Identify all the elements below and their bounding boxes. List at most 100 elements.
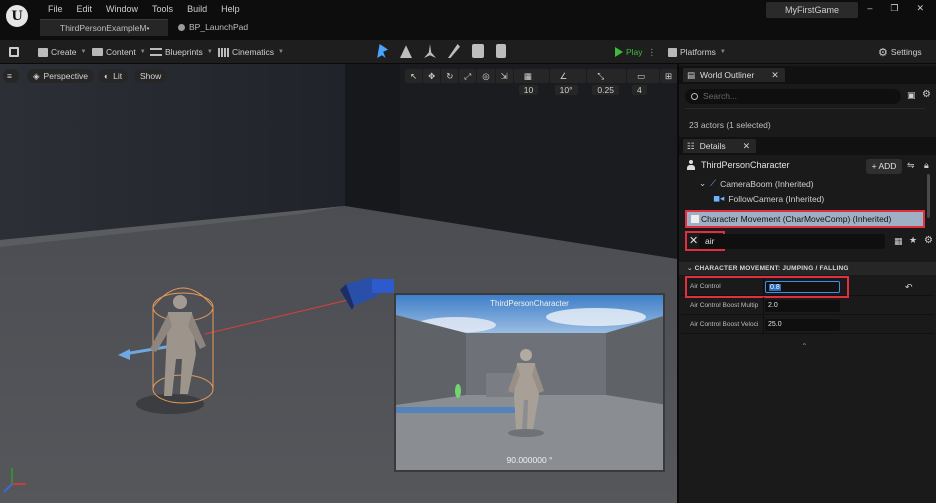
tab-level[interactable]: ThirdPersonExampleM• [40, 19, 168, 36]
world-space-icon[interactable]: ◎ [477, 69, 495, 83]
reset-icon[interactable]: ↶ [905, 282, 913, 293]
blueprint-icon [178, 24, 185, 31]
platforms-icon [668, 47, 677, 57]
tab-details[interactable]: ☷ Details ✕ [683, 139, 757, 153]
restore-icon[interactable]: ❐ [890, 3, 898, 14]
blueprints-label: Blueprints [165, 47, 203, 57]
details-search-input[interactable]: air [699, 234, 885, 249]
air-control-highlight [685, 276, 849, 298]
star-icon[interactable]: ★ [909, 235, 917, 246]
landscape-mode-icon[interactable] [400, 45, 412, 58]
menu-edit[interactable]: Edit [70, 3, 100, 17]
chevron-down-icon: ▼ [139, 49, 146, 55]
column-divider[interactable] [763, 297, 764, 315]
tab-world-outliner[interactable]: ▤ World Outliner ✕ [683, 68, 785, 82]
platforms-button[interactable]: Platforms ▼ [668, 44, 726, 60]
component-camera-boom[interactable]: ⌄ ⟋ CameraBoom (Inherited) [699, 178, 814, 189]
close-icon[interactable]: ✕ [743, 139, 751, 153]
column-divider[interactable] [763, 316, 764, 334]
scale-snap-value: 0.25 [592, 85, 619, 95]
clear-filter-icon[interactable]: ✕ [689, 234, 698, 247]
air-control-boost-multiplier-input[interactable]: 2.0 [765, 300, 840, 312]
preview-title: ThirdPersonCharacter [490, 299, 569, 308]
menu-window[interactable]: Window [99, 3, 145, 17]
perspective-button[interactable]: ◈ Perspective [27, 69, 94, 83]
grid-view-icon[interactable]: ▦ [894, 236, 903, 247]
blueprint-icon[interactable]: ⇋ [907, 160, 915, 171]
blueprints-button[interactable]: Blueprints ▼ [150, 44, 213, 60]
move-tool-icon[interactable]: ✥ [423, 69, 441, 83]
settings-button[interactable]: ⚙ Settings [878, 44, 922, 60]
component-label: Character Movement (CharMoveComp) (Inher… [701, 214, 892, 224]
unreal-logo[interactable]: U [6, 5, 28, 27]
chevron-up-icon[interactable]: ⌃ [801, 342, 808, 351]
modeling-mode-icon[interactable] [496, 44, 506, 58]
menu-build[interactable]: Build [180, 3, 214, 17]
outliner-search-input[interactable]: Search... [685, 89, 901, 104]
camera-speed-button[interactable]: ▭ 4 [626, 69, 659, 95]
menu-tools[interactable]: Tools [145, 3, 180, 17]
outliner-list[interactable] [685, 108, 925, 116]
scale-tool-icon[interactable]: ⤢ [459, 69, 477, 83]
play-button[interactable]: Play ⋮ [615, 44, 656, 60]
minimize-icon[interactable]: – [867, 3, 872, 14]
close-icon[interactable]: ✕ [916, 3, 924, 14]
tab-launchpad[interactable]: BP_LaunchPad [168, 19, 258, 36]
component-character-movement[interactable]: Character Movement (CharMoveComp) (Inher… [685, 210, 925, 228]
title-bar: U File Edit Window Tools Build Help Thir… [0, 0, 936, 40]
air-control-boost-velocity-input[interactable]: 25.0 [765, 319, 840, 331]
viewport-menu-button[interactable]: ≡ [3, 69, 19, 83]
character-icon [687, 160, 695, 170]
chevron-down-icon: ▼ [80, 49, 87, 55]
platforms-label: Platforms [680, 47, 716, 57]
show-button[interactable]: Show [134, 69, 168, 83]
menu-file[interactable]: File [41, 3, 70, 17]
components-scrollbar[interactable] [927, 174, 930, 218]
select-tool-icon[interactable]: ↖ [405, 69, 423, 83]
preview-render [396, 295, 663, 470]
gear-icon[interactable]: ⚙ [924, 235, 933, 246]
project-name: MyFirstGame [766, 2, 858, 18]
rotation-snap-value: 10° [554, 85, 578, 95]
paint-mode-icon[interactable] [448, 44, 460, 58]
scale-snap-button[interactable]: ⤡ 0.25 [587, 69, 626, 95]
lit-label: Lit [113, 71, 123, 81]
property-label: Air Control Boost Velocit [690, 321, 758, 328]
grid-snap-button[interactable]: ▦ 10 [513, 69, 549, 95]
play-icon [615, 47, 623, 57]
menu-help[interactable]: Help [214, 3, 247, 17]
add-folder-icon[interactable]: ▣ [907, 90, 916, 101]
chevron-down-icon: ▼ [719, 49, 726, 55]
hamburger-icon: ≡ [7, 71, 12, 81]
component-follow-camera[interactable]: ◼◂ FollowCamera (Inherited) [713, 193, 824, 204]
rotate-tool-icon[interactable]: ↻ [441, 69, 459, 83]
layout-icon[interactable]: ⊞ [659, 69, 677, 83]
select-mode-icon[interactable] [377, 44, 388, 58]
search-icon [691, 93, 698, 100]
component-label: CameraBoom (Inherited) [720, 178, 814, 189]
gear-icon[interactable]: ⚙ [922, 89, 931, 100]
geometry-mode-icon[interactable] [472, 44, 484, 58]
blueprint-icon [150, 48, 162, 56]
details-title: Details [699, 141, 726, 151]
foliage-mode-icon[interactable] [424, 44, 436, 58]
surface-snap-icon[interactable]: ⇲ [495, 69, 513, 83]
lit-button[interactable]: ◐ Lit [98, 69, 129, 83]
create-label: Create [51, 47, 77, 57]
main-toolbar: Create ▼ Content ▼ Blueprints ▼ Cinematics ▼… [0, 40, 936, 64]
rotation-snap-button[interactable]: ∠ 10° [549, 69, 587, 95]
transform-tools: ↖ ✥ ↻ ⤢ ◎ ⇲ ▦ 10 ∠ 10° ⤡ 0.25 ▭ 4 ⊞ [405, 69, 677, 95]
create-button[interactable]: Create ▼ [38, 44, 86, 60]
property-row-air-control-boost-velocity: Air Control Boost Velocit 25.0 [681, 316, 934, 334]
details-icon: ☷ [687, 141, 695, 151]
close-icon[interactable]: ✕ [771, 68, 779, 82]
preview-fov: 90.000000 ° [506, 455, 553, 465]
category-header[interactable]: ⌄ CHARACTER MOVEMENT: JUMPING / FALLING [679, 262, 936, 275]
cinematics-button[interactable]: Cinematics ▼ [218, 44, 284, 60]
settings-label: Settings [890, 47, 922, 57]
add-component-button[interactable]: + ADD [866, 159, 902, 174]
more-options-icon[interactable]: ⋮ [648, 47, 657, 58]
save-button[interactable] [9, 44, 19, 60]
content-button[interactable]: Content ▼ [92, 44, 146, 60]
lock-icon[interactable]: 🔒︎ [924, 160, 929, 171]
